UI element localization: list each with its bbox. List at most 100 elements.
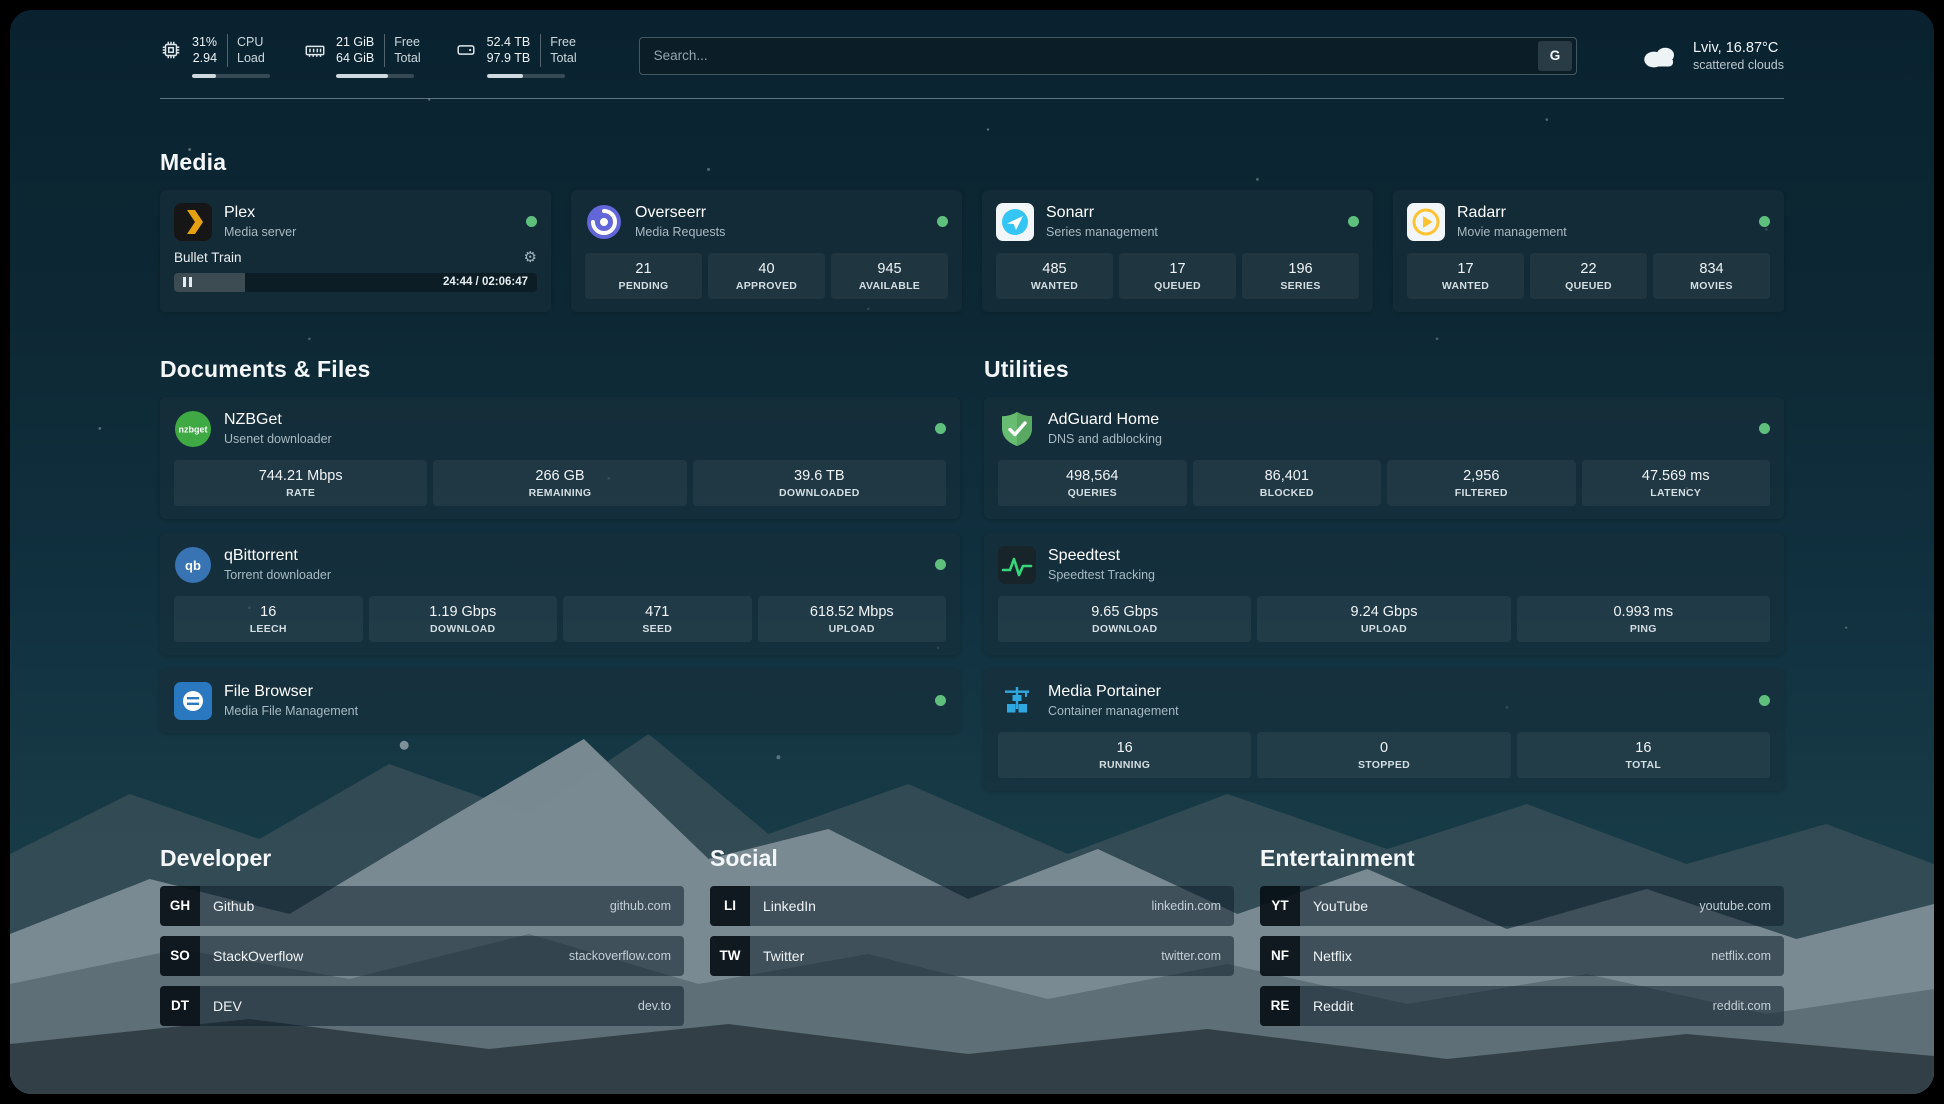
bookmark-group-entertainment: Entertainment YT YouTube youtube.com NF …: [1260, 845, 1784, 1026]
bookmark-dev[interactable]: DT DEV dev.to: [160, 986, 684, 1026]
bookmark-netflix[interactable]: NF Netflix netflix.com: [1260, 936, 1784, 976]
overseerr-icon: [585, 203, 623, 241]
app-subtitle: Torrent downloader: [224, 568, 331, 582]
app-card-plex[interactable]: Plex Media server Bullet Train ⚙ 24:44 /…: [160, 190, 551, 312]
stat-seed: 471SEED: [563, 596, 752, 642]
section-title-documents: Documents & Files: [160, 356, 960, 383]
app-card-radarr[interactable]: Radarr Movie management 17WANTED 22QUEUE…: [1393, 190, 1784, 312]
app-subtitle: DNS and adblocking: [1048, 432, 1162, 446]
app-title: File Browser: [224, 683, 358, 701]
stat-wanted: 17WANTED: [1407, 253, 1524, 299]
cpu-widget: 31%2.94 CPULoad: [160, 34, 270, 78]
stat-available: 945AVAILABLE: [831, 253, 948, 299]
status-dot: [1759, 695, 1770, 706]
weather-location-temp: Lviv, 16.87°C: [1693, 40, 1784, 56]
section-title-developer: Developer: [160, 845, 684, 872]
stat-stopped: 0STOPPED: [1257, 732, 1510, 778]
stat-pending: 21PENDING: [585, 253, 702, 299]
status-dot: [935, 423, 946, 434]
nzbget-icon: nzbget: [174, 410, 212, 448]
bookmark-youtube[interactable]: YT YouTube youtube.com: [1260, 886, 1784, 926]
status-dot: [937, 216, 948, 227]
header-divider: [160, 98, 1784, 99]
top-bar: 31%2.94 CPULoad: [160, 34, 1784, 78]
stat-total: 16TOTAL: [1517, 732, 1770, 778]
app-card-qbittorrent[interactable]: qb qBittorrent Torrent downloader 16LEEC…: [160, 533, 960, 655]
now-playing-title: Bullet Train: [174, 250, 242, 265]
media-cards-row: Plex Media server Bullet Train ⚙ 24:44 /…: [160, 190, 1784, 312]
plex-player-bar[interactable]: 24:44 / 02:06:47: [174, 273, 537, 292]
twitter-icon: TW: [710, 936, 750, 976]
app-card-overseerr[interactable]: Overseerr Media Requests 21PENDING 40APP…: [571, 190, 962, 312]
search-input[interactable]: [640, 48, 1538, 63]
disk-usage-bar: [487, 74, 565, 78]
app-title: Overseerr: [635, 204, 725, 222]
stat-queued: 17QUEUED: [1119, 253, 1236, 299]
bookmark-twitter[interactable]: TW Twitter twitter.com: [710, 936, 1234, 976]
bookmark-linkedin[interactable]: LI LinkedIn linkedin.com: [710, 886, 1234, 926]
app-card-sonarr[interactable]: Sonarr Series management 485WANTED 17QUE…: [982, 190, 1373, 312]
portainer-icon: [998, 682, 1036, 720]
gear-icon[interactable]: ⚙: [524, 250, 537, 265]
app-card-portainer[interactable]: Media Portainer Container management 16R…: [984, 669, 1784, 791]
dev-icon: DT: [160, 986, 200, 1026]
disk-icon: [455, 39, 477, 61]
section-title-utilities: Utilities: [984, 356, 1784, 383]
app-card-filebrowser[interactable]: File Browser Media File Management: [160, 669, 960, 733]
cpu-values: 31%2.94: [192, 34, 217, 67]
stat-downloaded: 39.6 TBDOWNLOADED: [693, 460, 946, 506]
status-dot: [935, 559, 946, 570]
search-engine-button[interactable]: G: [1538, 41, 1572, 71]
app-card-speedtest[interactable]: Speedtest Speedtest Tracking 9.65 GbpsDO…: [984, 533, 1784, 655]
status-dot: [526, 216, 537, 227]
disk-widget: 52.4 TB97.9 TB FreeTotal: [455, 34, 577, 78]
bookmark-reddit[interactable]: RE Reddit reddit.com: [1260, 986, 1784, 1026]
stat-movies: 834MOVIES: [1653, 253, 1770, 299]
netflix-icon: NF: [1260, 936, 1300, 976]
app-title: AdGuard Home: [1048, 411, 1162, 429]
dashboard-window: 31%2.94 CPULoad: [10, 10, 1934, 1094]
search-bar[interactable]: G: [639, 37, 1577, 75]
bookmark-github[interactable]: GH Github github.com: [160, 886, 684, 926]
stat-approved: 40APPROVED: [708, 253, 825, 299]
bookmark-group-social: Social LI LinkedIn linkedin.com TW Twitt…: [710, 845, 1234, 1026]
app-subtitle: Media File Management: [224, 704, 358, 718]
status-dot: [935, 695, 946, 706]
app-subtitle: Series management: [1046, 225, 1158, 239]
stat-queries: 498,564QUERIES: [998, 460, 1187, 506]
app-title: Sonarr: [1046, 204, 1158, 222]
ram-labels: FreeTotal: [384, 34, 420, 67]
disk-values: 52.4 TB97.9 TB: [487, 34, 531, 67]
app-subtitle: Usenet downloader: [224, 432, 332, 446]
app-title: Radarr: [1457, 204, 1567, 222]
app-title: qBittorrent: [224, 547, 331, 565]
status-dot: [1759, 216, 1770, 227]
stat-queued: 22QUEUED: [1530, 253, 1647, 299]
section-title-media: Media: [160, 149, 1784, 176]
sonarr-icon: [996, 203, 1034, 241]
weather-widget: Lviv, 16.87°C scattered clouds: [1639, 40, 1784, 72]
ram-icon: [304, 39, 326, 61]
app-card-adguard[interactable]: AdGuard Home DNS and adblocking 498,564Q…: [984, 397, 1784, 519]
section-title-entertainment: Entertainment: [1260, 845, 1784, 872]
reddit-icon: RE: [1260, 986, 1300, 1026]
stat-ping: 0.993 msPING: [1517, 596, 1770, 642]
screen: 31%2.94 CPULoad: [0, 0, 1944, 1104]
section-title-social: Social: [710, 845, 1234, 872]
app-card-nzbget[interactable]: nzbget NZBGet Usenet downloader 744.21 M…: [160, 397, 960, 519]
cpu-usage-bar: [192, 74, 270, 78]
ram-usage-bar: [336, 74, 414, 78]
app-title: Speedtest: [1048, 547, 1155, 565]
cpu-icon: [160, 39, 182, 61]
app-title: NZBGet: [224, 411, 332, 429]
stat-upload: 618.52 MbpsUPLOAD: [758, 596, 947, 642]
pause-button[interactable]: [183, 277, 192, 287]
disk-labels: FreeTotal: [540, 34, 576, 67]
svg-text:qb: qb: [185, 558, 201, 573]
stat-series: 196SERIES: [1242, 253, 1359, 299]
stat-leech: 16LEECH: [174, 596, 363, 642]
app-title: Media Portainer: [1048, 683, 1179, 701]
bookmark-stackoverflow[interactable]: SO StackOverflow stackoverflow.com: [160, 936, 684, 976]
disk-bar-fill: [487, 74, 523, 78]
app-title: Plex: [224, 204, 296, 222]
